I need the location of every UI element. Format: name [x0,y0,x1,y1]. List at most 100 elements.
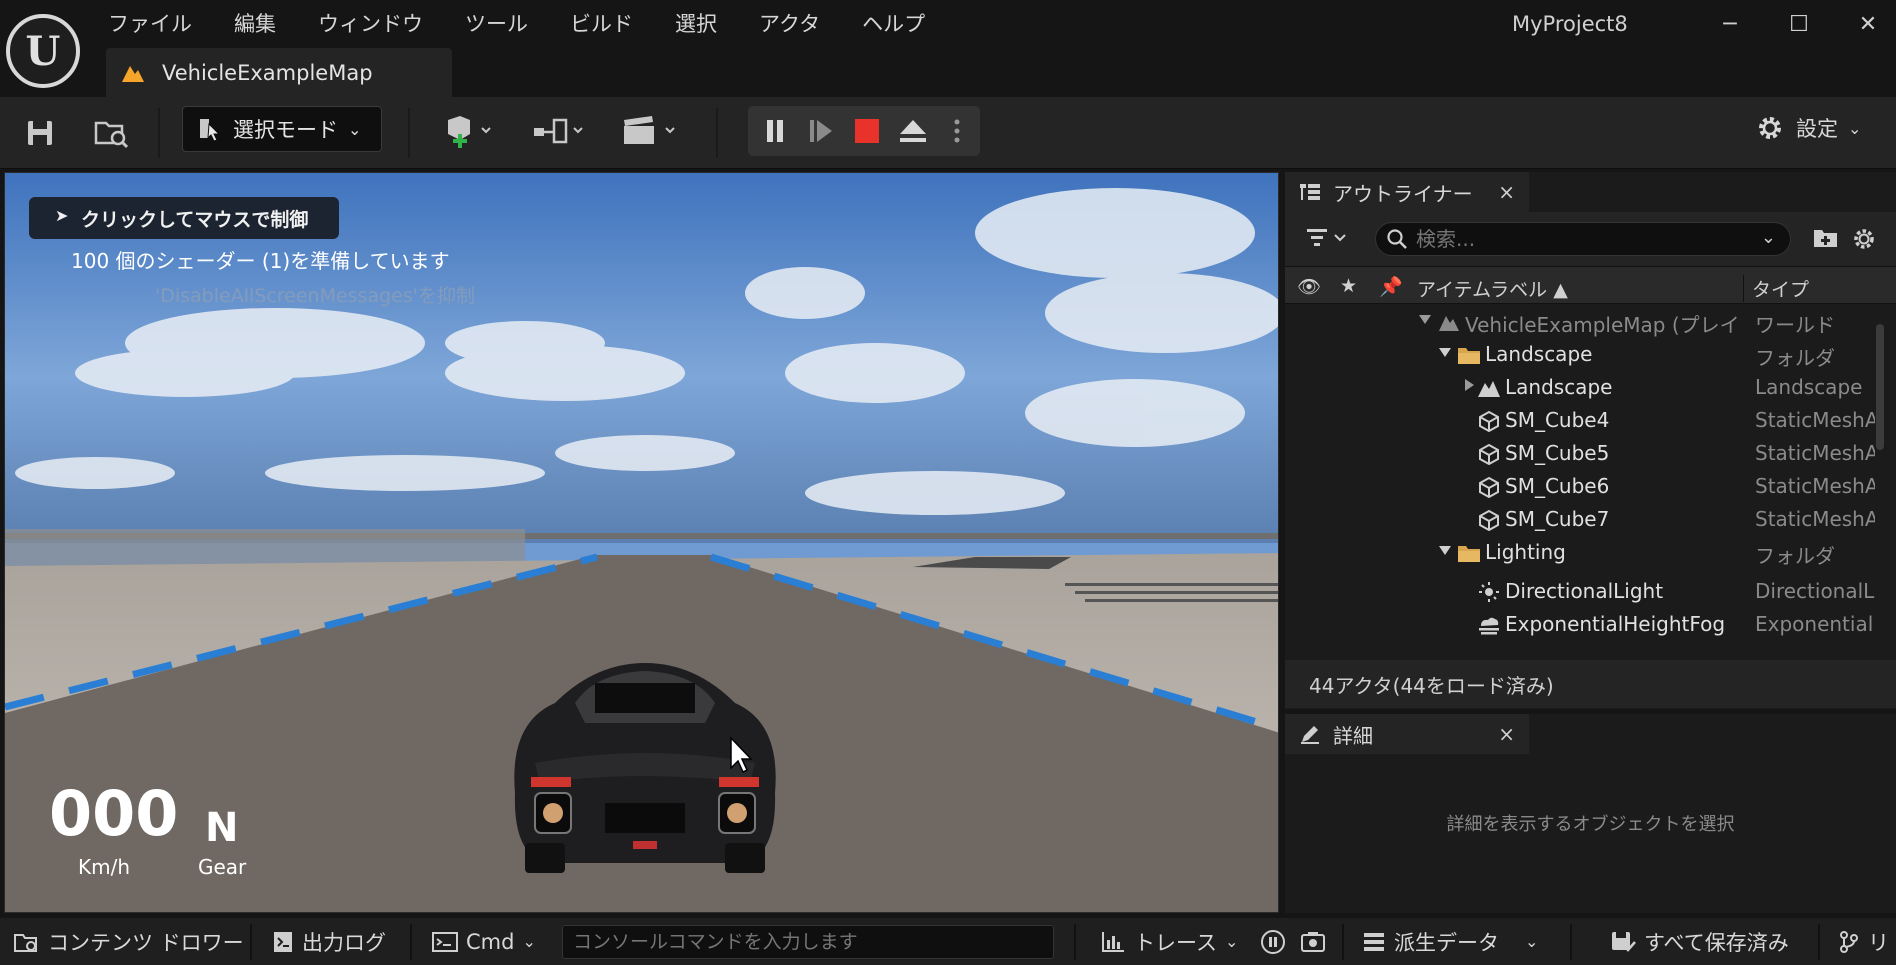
level-viewport[interactable]: ➤ クリックしてマウスで制御 100 個のシェーダー (1)を準備しています '… [4,172,1279,913]
derived-data-dropdown[interactable]: 派生データ ⌄ [1362,918,1538,965]
play-controls [748,106,980,156]
cinematics-button[interactable] [618,112,682,152]
title-bar: U ファイル 編集 ウィンドウ ツール ビルド 選択 アクタ ヘルプ MyPro… [0,0,1896,97]
record-icon [1261,929,1285,954]
selection-mode-icon [200,119,221,142]
menu-window[interactable]: ウィンドウ [316,8,443,40]
derived-data-icon [1364,932,1384,951]
menu-build[interactable]: ビルド [568,8,653,40]
browse-folder-icon[interactable] [92,113,132,153]
expand-arrow-icon[interactable] [1439,348,1451,357]
directional-light-icon [1479,582,1499,602]
stop-button[interactable] [850,114,884,148]
details-empty-message: 詳細を表示するオブジェクトを選択 [1446,814,1735,835]
tab-outliner[interactable]: アウトライナー × [1285,172,1529,212]
tab-details[interactable]: 詳細 × [1285,714,1529,754]
save-all-button[interactable]: すべて保存済み [1610,918,1789,965]
eject-button[interactable] [896,114,930,148]
outliner-column-header: 👁 ★ 📌 アイテムラベル ▲ タイプ [1285,266,1896,304]
menu-tools[interactable]: ツール [463,8,548,40]
expand-arrow-icon[interactable] [1465,379,1474,391]
column-type[interactable]: タイプ [1743,275,1809,302]
tree-row-sm-cube5[interactable]: SM_Cube5 StaticMeshA [1285,437,1875,470]
tree-row-landscape[interactable]: Landscape Landscape [1285,371,1875,404]
status-separator [1074,924,1076,960]
console-command-box[interactable] [562,925,1054,959]
cmd-dropdown[interactable]: Cmd ⌄ [432,918,536,965]
unreal-editor-window: U ファイル 編集 ウィンドウ ツール ビルド 選択 アクタ ヘルプ MyPro… [0,0,1896,965]
add-actor-button[interactable] [440,112,500,152]
pause-button[interactable] [758,114,792,148]
chevron-down-icon: ⌄ [1525,932,1539,951]
menu-select[interactable]: 選択 [673,8,737,40]
chevron-down-icon: ⌄ [1224,932,1239,951]
chevron-down-icon[interactable]: ⌄ [1761,227,1776,248]
tree-row-sm-cube7[interactable]: SM_Cube7 StaticMeshA [1285,503,1875,536]
maximize-button[interactable]: ☐ [1779,8,1819,40]
tree-row-vehicle-example-map[interactable]: VehicleExampleMap (プレイ ワールド [1285,305,1875,338]
chevron-down-icon: ⌄ [348,119,362,139]
save-icon[interactable] [20,113,60,153]
chevron-down-icon: ⌄ [1848,118,1862,138]
visibility-eye-icon[interactable]: 👁 [1297,275,1321,298]
expand-arrow-icon[interactable] [1439,546,1451,555]
menu-help[interactable]: ヘルプ [860,8,945,40]
step-frame-button[interactable] [804,114,838,148]
outliner-tree-continued: DirectionalLight DirectionalLi Exponenti… [1285,575,1875,645]
tree-row-sm-cube4[interactable]: SM_Cube4 StaticMeshA [1285,404,1875,437]
toolbar-separator [408,108,410,158]
main-menu: ファイル 編集 ウィンドウ ツール ビルド 選択 アクタ ヘルプ [106,8,965,40]
console-command-input[interactable] [563,926,1043,958]
toolbar-separator [158,108,160,158]
bottom-status-bar: コンテンツ ドロワー 出力ログ Cmd ⌄ トレース ⌄ [0,918,1896,965]
unreal-logo[interactable]: U [6,14,80,88]
close-icon[interactable]: × [1498,722,1515,746]
tree-row-lighting-folder[interactable]: Lighting フォルダ [1285,536,1875,569]
tree-row-directional-light[interactable]: DirectionalLight DirectionalLi [1285,575,1875,608]
status-separator [410,924,412,960]
outliner-toolbar: ⌄ [1285,212,1896,266]
minimize-button[interactable]: ─ [1710,8,1750,40]
document-tab-vehicle-example-map[interactable]: VehicleExampleMap [106,48,452,97]
pin-icon[interactable]: 📌 [1379,275,1403,298]
search-icon [1387,229,1407,249]
folder-icon [1458,348,1480,364]
shader-compile-message: 100 個のシェーダー (1)を準備しています [71,249,450,273]
gear-icon [1759,117,1781,139]
close-window-button[interactable]: ✕ [1848,8,1888,40]
more-options-icon[interactable] [942,114,972,148]
outliner-tree: VehicleExampleMap (プレイ ワールド Landscape フォ… [1285,305,1875,575]
record-trace-button[interactable] [1260,918,1286,965]
output-log-button[interactable]: 出力ログ [272,918,386,965]
tree-row-exponential-height-fog[interactable]: ExponentialHeightFog Exponentiall [1285,608,1875,641]
column-item-label[interactable]: アイテムラベル ▲ [1417,275,1568,302]
trace-dropdown[interactable]: トレース ⌄ [1100,918,1238,965]
add-folder-icon[interactable] [1813,227,1839,253]
filter-icon[interactable] [1305,226,1349,254]
click-to-control-button[interactable]: ➤ クリックしてマウスで制御 [29,197,339,239]
tree-row-landscape-folder[interactable]: Landscape フォルダ [1285,338,1875,371]
settings-dropdown[interactable]: 設定 ⌄ [1754,112,1861,144]
outliner-scrollbar[interactable] [1876,324,1884,450]
selection-mode-dropdown[interactable]: 選択モード ⌄ [182,106,382,152]
expand-arrow-icon[interactable] [1419,315,1431,324]
star-icon[interactable]: ★ [1340,275,1357,297]
speed-unit-label: Km/h [78,855,131,879]
revision-control-button[interactable]: リ [1838,918,1889,965]
trace-icon [1102,931,1124,952]
menu-edit[interactable]: 編集 [232,8,296,40]
content-drawer-button[interactable]: コンテンツ ドロワー [14,918,244,965]
tree-row-sm-cube6[interactable]: SM_Cube6 StaticMeshA [1285,470,1875,503]
pencil-icon [1301,726,1319,744]
menu-file[interactable]: ファイル [106,8,212,40]
search-input[interactable] [1416,227,1746,251]
menu-actor[interactable]: アクタ [757,8,840,40]
blueprint-button[interactable] [528,112,592,152]
actor-count-status: 44アクタ(44をロード済み) [1285,660,1896,708]
screenshot-button[interactable] [1300,918,1326,965]
close-icon[interactable]: × [1498,180,1515,204]
outliner-settings-gear-icon[interactable] [1851,226,1877,256]
save-all-icon [1612,931,1636,952]
cursor-icon: ➤ [55,206,69,225]
outliner-search[interactable]: ⌄ [1375,222,1791,256]
